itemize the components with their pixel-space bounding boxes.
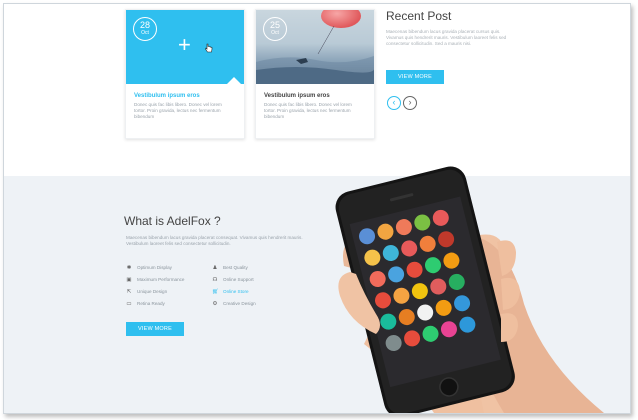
feature-item: ✱ Optimum Display	[126, 264, 172, 272]
feature-item: ⚙ Creative Design	[212, 300, 256, 308]
feature-label: Creative Design	[223, 301, 256, 306]
feature-item: ▭ Retina Ready	[126, 300, 165, 308]
blog-card[interactable]: 28 Oct + Vestibulum ipsum eros Donec qui…	[125, 9, 245, 139]
hand-cursor-icon	[205, 43, 213, 53]
page-frame: 28 Oct + Vestibulum ipsum eros Donec qui…	[3, 3, 631, 414]
date-badge: 25 Oct	[263, 17, 287, 41]
blog-card-image[interactable]: 25 Oct	[256, 10, 374, 84]
view-more-button[interactable]: VIEW MORE	[126, 322, 184, 336]
performance-icon: ▣	[126, 276, 132, 283]
date-day: 25	[269, 20, 280, 30]
feature-label: Optimum Display	[137, 265, 172, 270]
quality-icon: ♟	[212, 264, 218, 271]
next-arrow-icon[interactable]: ›	[403, 96, 417, 110]
view-more-button[interactable]: VIEW MORE	[386, 70, 444, 84]
prev-arrow-icon[interactable]: ‹	[387, 96, 401, 110]
card-title[interactable]: Vestibulum ipsum eros	[134, 93, 200, 99]
recent-post-description: Maecenas bibendum lacus gravida placerat…	[386, 29, 507, 46]
design-icon: ⇱	[126, 288, 132, 295]
about-section: What is AdelFox ? Maecenas bibendum lacu…	[4, 176, 630, 413]
gear-icon: ⚙	[212, 300, 218, 307]
about-description: Maecenas bibendum lacus gravida placerat…	[126, 235, 303, 246]
recent-post-title: Recent Post	[386, 9, 452, 23]
card-description: Donec quis fac libis libero. Donec vel l…	[264, 102, 352, 119]
card-title[interactable]: Vestibulum ipsum eros	[264, 93, 330, 99]
feature-label: Maximum Performance	[137, 277, 185, 282]
feature-item: ⇱ Unique Design	[126, 288, 167, 296]
date-month: Oct	[141, 30, 149, 36]
card-notch	[227, 77, 241, 84]
date-badge: 28 Oct	[133, 17, 157, 41]
feature-item: ☊ Online Support	[212, 276, 254, 284]
feature-label: Unique Design	[137, 289, 168, 294]
monitor-icon: ▭	[126, 300, 132, 307]
feature-label: Online Store	[223, 289, 249, 294]
blog-section: 28 Oct + Vestibulum ipsum eros Donec qui…	[4, 4, 630, 176]
blog-card[interactable]: 25 Oct Vestibulum ipsum eros Donec quis …	[255, 9, 375, 139]
blog-card-image[interactable]: 28 Oct +	[126, 10, 244, 84]
feature-item: ▣ Maximum Performance	[126, 276, 184, 284]
headset-icon: ☊	[212, 276, 218, 283]
feature-item[interactable]: 🛒︎ Online Store	[212, 288, 249, 296]
cart-icon: 🛒︎	[212, 288, 219, 295]
card-description: Donec quis fac libis libero. Donec vel l…	[134, 102, 222, 119]
feature-label: Retina Ready	[137, 301, 165, 306]
display-icon: ✱	[126, 264, 132, 271]
plus-icon[interactable]: +	[178, 34, 191, 56]
feature-label: Online Support	[223, 277, 254, 282]
date-month: Oct	[271, 30, 279, 36]
feature-label: Best Quality	[223, 265, 248, 270]
about-title: What is AdelFox ?	[124, 214, 221, 228]
date-day: 28	[139, 20, 150, 30]
feature-item: ♟ Best Quality	[212, 264, 248, 272]
